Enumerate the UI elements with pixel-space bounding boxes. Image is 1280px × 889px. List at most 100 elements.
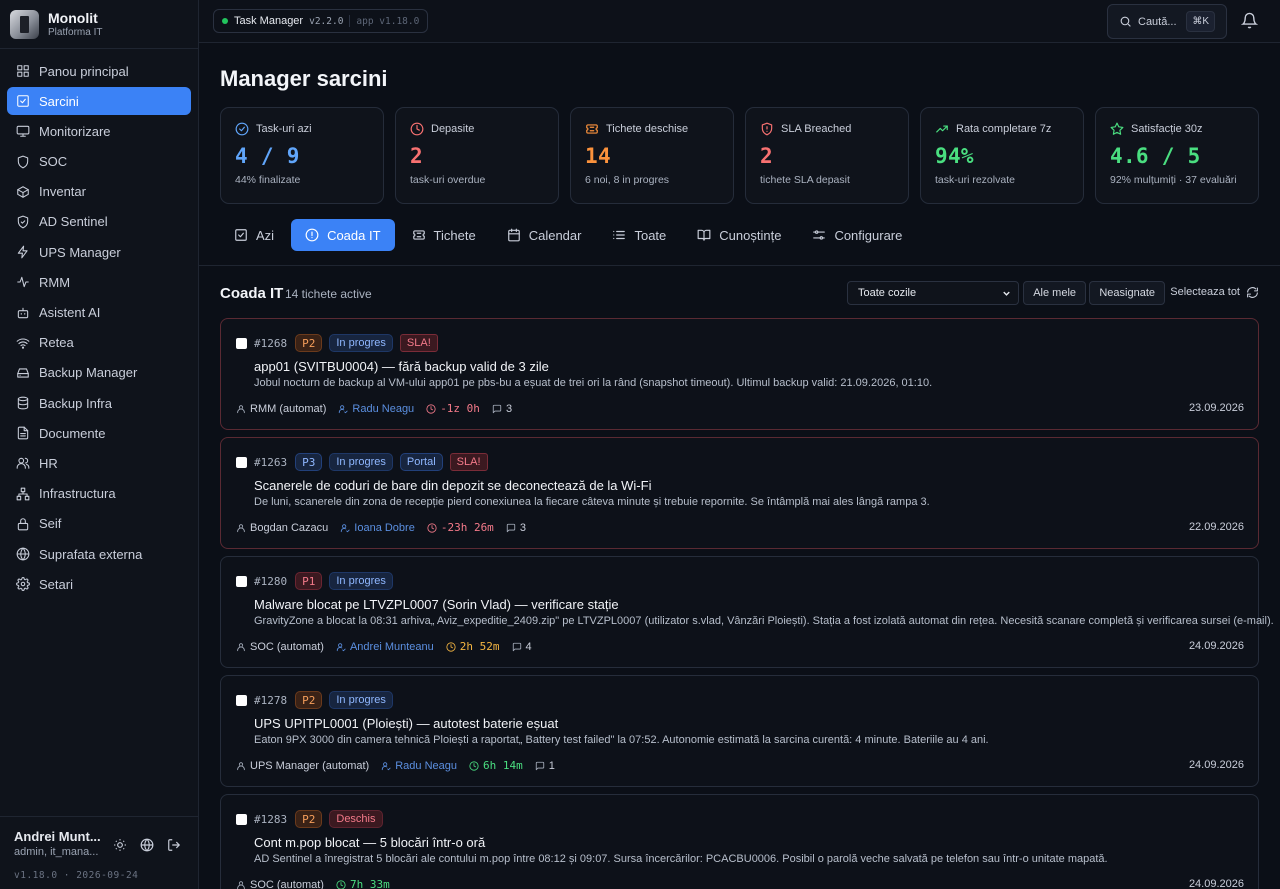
tab-calendar[interactable]: Calendar [493, 219, 596, 251]
ticket-tag: SLA! [399, 334, 438, 352]
ticket-id: #1278 [254, 693, 288, 707]
ticket-requester: Bogdan Cazacu [236, 522, 328, 534]
assignee-name: Ioana Dobre [354, 521, 415, 534]
ticket-description: GravityZone a blocat la 08:31 arhiva„ Av… [254, 615, 1274, 627]
clock-icon [336, 879, 346, 889]
globe-icon [16, 547, 30, 561]
ticket-card[interactable]: #1278 P2 In progres UPS UPITPL0001 (Ploieșt… [220, 675, 1259, 787]
app-switcher[interactable]: Task Manager v2.2.0 app v1.18.0 [213, 9, 429, 33]
queue-filter-value: Toate cozile [858, 287, 917, 299]
sidebar-item-seif[interactable]: Seif [7, 510, 191, 538]
status-badge: Deschis [329, 810, 383, 828]
ticket-assignee[interactable]: Radu Neagu [381, 760, 457, 772]
sidebar-item-suprafata-externa[interactable]: Suprafata externa [7, 540, 191, 568]
status-badge: In progres [329, 691, 393, 709]
kpi-card[interactable]: Task-uri azi 4 / 9 44% finalizate [220, 107, 384, 204]
wifi-icon [16, 338, 30, 349]
kpi-value: 4 / 9 [235, 144, 300, 168]
kpi-card[interactable]: SLA Breached 2 tichete SLA depasit [745, 107, 909, 204]
tab-toate[interactable]: Toate [598, 219, 680, 251]
tab-cunoștințe[interactable]: Cunoștințe [683, 219, 795, 251]
kpi-value: 94% [935, 144, 974, 168]
search-button[interactable]: Caută... ⌘K [1107, 4, 1227, 39]
ticket-assignee[interactable]: Radu Neagu [338, 403, 414, 415]
ticket-assignee[interactable]: Ioana Dobre [340, 522, 415, 534]
ticket-card[interactable]: #1280 P1 In progres Malware blocat pe LTVZP… [220, 556, 1274, 668]
kpi-label: Tichete deschise [606, 123, 689, 135]
kpi-label: Depasite [431, 123, 475, 135]
sidebar-item-hr[interactable]: HR [7, 449, 191, 477]
ticket-card[interactable]: #1268 P2 In progres SLA! app01 (SVITBU0004) … [220, 318, 1259, 430]
ticket-title[interactable]: Malware blocat pe LTVZPL0007 (Sorin Vlad… [254, 597, 619, 612]
ticket-description: Jobul nocturn de backup al VM-ului app01… [254, 377, 933, 389]
sidebar-item-label: Backup Infra [39, 395, 112, 411]
ticket-list: #1268 P2 In progres SLA! app01 (SVITBU0004) … [220, 318, 1274, 889]
sidebar-item-backup-infra[interactable]: Backup Infra [7, 389, 191, 417]
tab-tichete[interactable]: Tichete [398, 219, 490, 251]
sidebar-item-label: RMM [39, 274, 71, 290]
sidebar-item-backup-manager[interactable]: Backup Manager [7, 359, 191, 387]
star-icon [1110, 122, 1124, 135]
ticket-id: #1263 [254, 455, 288, 469]
ticket-assignee[interactable]: Andrei Munteanu [336, 641, 434, 653]
sidebar-item-infrastructura[interactable]: Infrastructura [7, 480, 191, 508]
sidebar-item-inventar[interactable]: Inventar [7, 178, 191, 206]
select-all-button[interactable]: Selecteaza tot [1170, 286, 1240, 298]
ticket-id: #1283 [254, 812, 288, 826]
mine-filter-button[interactable]: Ale mele [1023, 281, 1086, 305]
bell-icon[interactable] [1241, 12, 1258, 29]
ticket-checkbox[interactable] [236, 457, 247, 468]
brand[interactable]: Monolit Platforma IT [0, 0, 198, 49]
sidebar-item-documente[interactable]: Documente [7, 419, 191, 447]
ticket-checkbox[interactable] [236, 338, 247, 349]
ticket-title[interactable]: app01 (SVITBU0004) — fără backup valid d… [254, 359, 549, 374]
ticket-card[interactable]: #1283 P2 Deschis Cont m.pop blocat — 5 bloc… [220, 794, 1259, 889]
sun-icon[interactable] [113, 838, 127, 852]
tab-azi[interactable]: Azi [220, 219, 288, 251]
kpi-card[interactable]: Satisfacție 30z 4.6 / 5 92% mulțumiți · 37… [1095, 107, 1259, 204]
queue-filter-select[interactable]: Toate cozile [847, 281, 1019, 305]
ticket-requester: SOC (automat) [236, 641, 324, 653]
tab-coada-it[interactable]: Coada IT [291, 219, 395, 251]
sidebar-item-monitorizare[interactable]: Monitorizare [7, 117, 191, 145]
ticket-checkbox[interactable] [236, 576, 247, 587]
sidebar-item-panou-principal[interactable]: Panou principal [7, 57, 191, 85]
ticket-description: AD Sentinel a înregistrat 5 blocări ale … [254, 853, 1108, 865]
sidebar-item-ups-manager[interactable]: UPS Manager [7, 238, 191, 266]
ticket-tag: SLA! [449, 453, 488, 471]
sidebar-item-ad-sentinel[interactable]: AD Sentinel [7, 208, 191, 236]
sliders-icon [813, 230, 826, 240]
sidebar-item-retea[interactable]: Retea [7, 329, 191, 357]
refresh-icon[interactable] [1246, 286, 1259, 299]
unassigned-filter-button[interactable]: Neasignate [1089, 281, 1165, 305]
sidebar-item-asistent-ai[interactable]: Asistent AI [7, 299, 191, 327]
priority-badge: P2 [295, 691, 323, 709]
bot-icon [17, 307, 29, 318]
file-icon [17, 426, 29, 440]
ticket-card[interactable]: #1263 P3 In progres Portal SLA! Scanerele de … [220, 437, 1259, 549]
kpi-card[interactable]: Rata completare 7z 94% task-uri rezolvate [920, 107, 1084, 204]
kpi-card[interactable]: Depasite 2 task-uri overdue [395, 107, 559, 204]
sidebar-item-sarcini[interactable]: Sarcini [7, 87, 191, 116]
logout-icon[interactable] [167, 838, 181, 852]
ticket-date: 24.09.2026 [1188, 759, 1244, 771]
kpi-value: 2 [410, 144, 423, 168]
sidebar-item-label: Panou principal [39, 63, 129, 79]
kpi-card[interactable]: Tichete deschise 14 6 noi, 8 in progres [570, 107, 734, 204]
sidebar-item-rmm[interactable]: RMM [7, 268, 191, 296]
ticket-checkbox[interactable] [236, 814, 247, 825]
sidebar-item-soc[interactable]: SOC [7, 148, 191, 176]
ticket-title[interactable]: Scanerele de coduri de bare din depozit … [254, 478, 651, 493]
tab-configurare[interactable]: Configurare [798, 219, 916, 251]
checkbox-icon [235, 229, 247, 241]
ticket-sla-timer: -1z 0h [426, 402, 480, 415]
globe-icon[interactable] [140, 838, 154, 852]
app-version: v1.18.0 · 2026-09-24 [14, 870, 139, 881]
sidebar-item-label: HR [39, 455, 58, 471]
ticket-checkbox[interactable] [236, 695, 247, 706]
ticket-title[interactable]: UPS UPITPL0001 (Ploiești) — autotest bat… [254, 716, 558, 731]
sidebar-item-setari[interactable]: Setari [7, 570, 191, 598]
sidebar-item-label: Sarcini [39, 93, 79, 109]
sidebar-item-label: Seif [39, 516, 62, 532]
ticket-title[interactable]: Cont m.pop blocat — 5 blocări într-o oră [254, 835, 485, 850]
